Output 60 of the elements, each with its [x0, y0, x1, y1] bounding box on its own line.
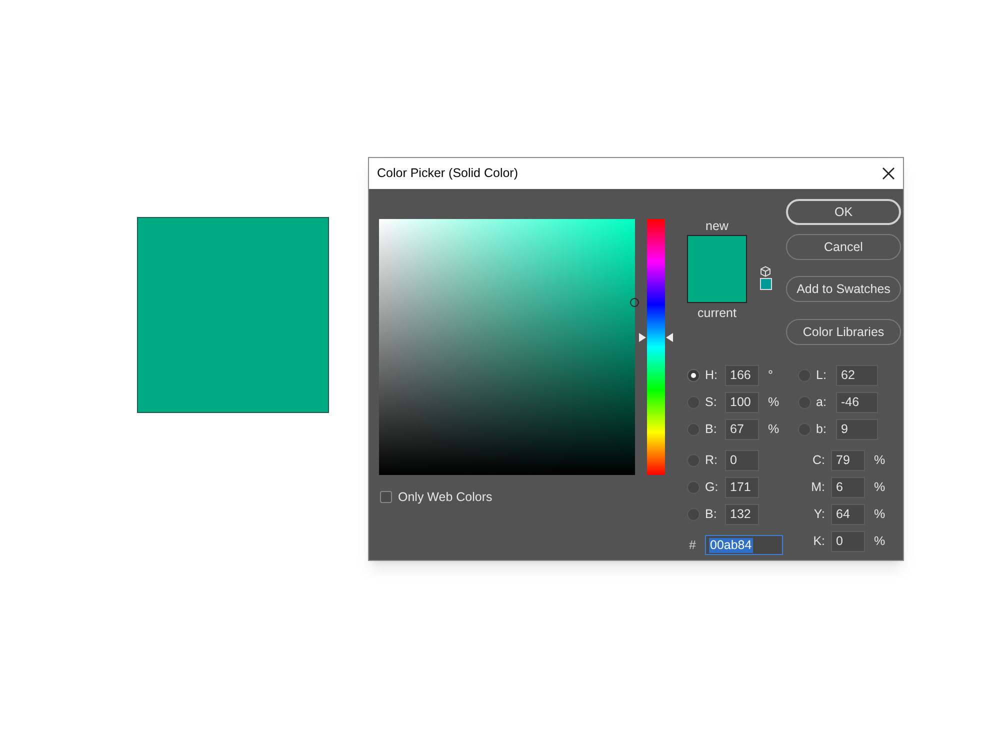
input-field[interactable]: 6	[831, 476, 865, 498]
close-icon[interactable]	[882, 167, 895, 180]
radio-button[interactable]	[687, 422, 700, 436]
new-label: new	[706, 219, 728, 233]
radio-button[interactable]	[687, 480, 700, 494]
checkbox-label: Only Web Colors	[398, 489, 492, 506]
input-field[interactable]: 62	[836, 364, 878, 386]
window-title: Color Picker (Solid Color)	[377, 165, 518, 182]
input-field[interactable]: 0	[725, 450, 759, 470]
unit-label: %	[874, 532, 886, 550]
field-label: B:	[705, 420, 718, 438]
radio-button[interactable]	[687, 508, 700, 520]
unit-label: %	[874, 478, 886, 496]
field-label: K:	[812, 532, 826, 550]
input-field[interactable]: 171	[725, 476, 759, 498]
radio-button[interactable]	[798, 368, 811, 382]
dialog-button[interactable]: Add to Swatches	[786, 276, 901, 302]
field-label: C:	[812, 452, 826, 469]
radio-button[interactable]	[687, 396, 700, 408]
input-field[interactable]: 64	[831, 504, 865, 524]
radio-button[interactable]	[687, 368, 700, 382]
field-label: R:	[705, 452, 718, 469]
radio-button[interactable]	[687, 454, 700, 466]
unit-label: %	[874, 452, 886, 469]
current-label: current	[698, 306, 736, 320]
field-label: M:	[810, 478, 826, 496]
field-label: H:	[705, 366, 718, 384]
web-color-swatch[interactable]	[760, 278, 772, 290]
input-field[interactable]: 79	[831, 450, 865, 470]
field-label: G:	[705, 478, 720, 496]
field-label: a:	[816, 394, 828, 411]
new-color-preview	[687, 235, 747, 303]
field-label: L:	[816, 366, 828, 384]
cube-icon[interactable]	[760, 266, 771, 277]
input-field[interactable]: 9	[836, 418, 878, 440]
unit-label: %	[768, 394, 780, 411]
field-label: b:	[816, 420, 828, 438]
dialog-button[interactable]: Cancel	[786, 234, 901, 260]
field-label: Y:	[812, 506, 826, 523]
input-field[interactable]: -46	[836, 392, 878, 412]
dialog-button[interactable]: OK	[786, 199, 901, 225]
dialog-button[interactable]: Color Libraries	[786, 319, 901, 345]
hex-input-field[interactable]: 00ab84	[705, 535, 783, 555]
checkbox[interactable]	[380, 491, 392, 504]
unit-label: %	[768, 420, 780, 438]
input-field[interactable]: 166	[725, 364, 759, 386]
field-label: B:	[705, 506, 718, 523]
radio-button[interactable]	[798, 422, 811, 436]
input-field[interactable]: 0	[831, 530, 865, 552]
hue-arrows-icon[interactable]	[639, 332, 673, 342]
radio-button[interactable]	[798, 396, 811, 408]
hex-label: #	[689, 536, 697, 554]
input-field[interactable]: 67	[725, 418, 759, 440]
input-field[interactable]: 100	[725, 392, 759, 412]
picker-cursor[interactable]	[630, 298, 639, 308]
hue-slider[interactable]	[639, 219, 673, 475]
input-field[interactable]: 132	[725, 504, 759, 524]
unit-label: °	[768, 366, 773, 384]
unit-label: %	[874, 506, 886, 523]
field-label: S:	[705, 394, 718, 411]
